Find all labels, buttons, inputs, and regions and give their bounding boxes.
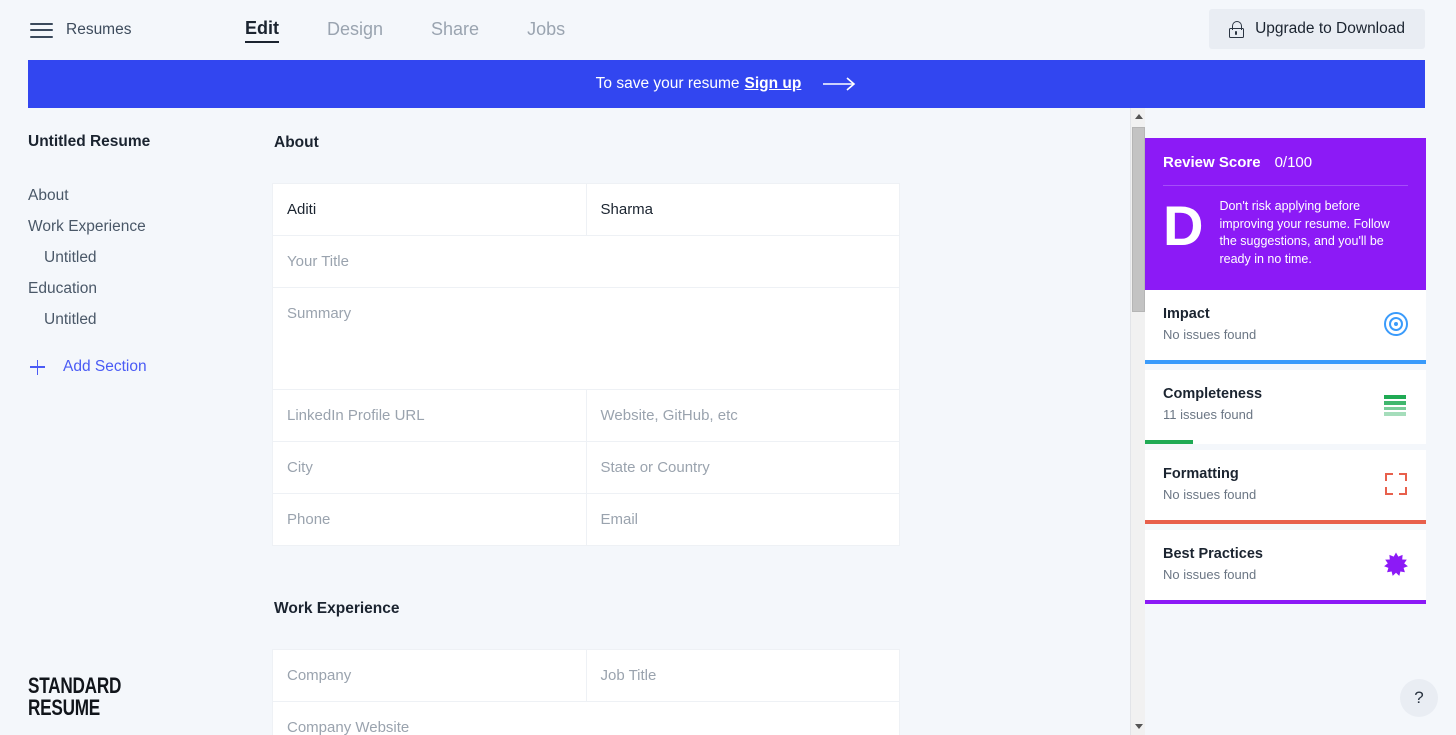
- plus-icon: [30, 359, 45, 375]
- website-field[interactable]: Website, GitHub, etc: [587, 390, 900, 441]
- main-scrollbar[interactable]: [1130, 108, 1145, 735]
- company-website-field[interactable]: Company Website: [273, 702, 899, 735]
- tab-design[interactable]: Design: [327, 19, 383, 42]
- top-navigation-bar: Resumes Edit Design Share Jobs Upgrade t…: [0, 0, 1456, 60]
- sidebar-item-about[interactable]: About: [28, 180, 238, 211]
- phone-field[interactable]: Phone: [273, 494, 587, 545]
- sidebar-item-education[interactable]: Education: [28, 273, 238, 304]
- company-field[interactable]: Company: [273, 650, 587, 701]
- category-status: 11 issues found: [1163, 407, 1254, 422]
- hamburger-menu-icon[interactable]: [30, 22, 53, 38]
- sidebar: Untitled Resume About Work Experience Un…: [0, 108, 272, 735]
- email-field[interactable]: Email: [587, 494, 900, 545]
- category-status: No issues found: [1163, 487, 1257, 502]
- add-section-label: Add Section: [63, 358, 147, 375]
- logo-line-1: STANDARD: [28, 673, 122, 698]
- review-category-best-practices[interactable]: Best Practices No issues found: [1145, 530, 1426, 604]
- about-form-card: Aditi Sharma Your Title Summary LinkedIn…: [272, 183, 900, 546]
- category-progress-bar: [1145, 440, 1193, 444]
- nav-right-group: Upgrade to Download: [1209, 9, 1425, 49]
- crop-corners-icon: [1384, 472, 1408, 496]
- category-status: No issues found: [1163, 567, 1257, 582]
- help-button[interactable]: ?: [1400, 679, 1438, 717]
- form-row: LinkedIn Profile URL Website, GitHub, et…: [273, 390, 899, 442]
- form-row: Phone Email: [273, 494, 899, 545]
- category-progress-bar: [1145, 520, 1426, 524]
- state-country-field[interactable]: State or Country: [587, 442, 900, 493]
- category-name: Completeness: [1163, 386, 1263, 402]
- resume-form-area: About Aditi Sharma Your Title Summary Li…: [272, 108, 1132, 735]
- form-row: City State or Country: [273, 442, 899, 494]
- sidebar-item-education-untitled[interactable]: Untitled: [28, 304, 238, 335]
- form-row: Aditi Sharma: [273, 184, 899, 236]
- starburst-icon: [1384, 552, 1408, 576]
- city-field[interactable]: City: [273, 442, 587, 493]
- first-name-field[interactable]: Aditi: [273, 184, 587, 235]
- nav-tabs: Edit Design Share Jobs: [245, 18, 565, 43]
- sidebar-section-list: About Work Experience Untitled Education…: [28, 180, 238, 335]
- scroll-up-arrow-icon[interactable]: [1131, 108, 1146, 125]
- category-progress-bar: [1145, 600, 1426, 604]
- review-description: Don't risk applying before improving you…: [1219, 199, 1390, 266]
- category-name: Impact: [1163, 306, 1210, 322]
- add-section-button[interactable]: Add Section: [30, 358, 147, 376]
- linkedin-field[interactable]: LinkedIn Profile URL: [273, 390, 587, 441]
- form-row: Company Job Title: [273, 650, 899, 702]
- arrow-right-icon[interactable]: [823, 77, 857, 91]
- review-grade-letter: D: [1163, 194, 1204, 257]
- banner-text: To save your resume: [595, 75, 740, 92]
- upgrade-button-label: Upgrade to Download: [1255, 20, 1405, 37]
- review-score-title: Review Score: [1163, 154, 1261, 171]
- review-panel: Review Score 0/100 D Don't risk applying…: [1145, 138, 1426, 604]
- review-category-impact[interactable]: Impact No issues found: [1145, 290, 1426, 364]
- about-section-heading: About: [274, 134, 319, 151]
- resume-title: Untitled Resume: [28, 133, 151, 150]
- target-icon: [1384, 312, 1408, 336]
- work-experience-section-heading: Work Experience: [274, 600, 400, 617]
- question-mark-icon: ?: [1414, 688, 1424, 707]
- about-section: About Aditi Sharma Your Title Summary Li…: [272, 134, 1132, 546]
- logo-line-2: RESUME: [28, 695, 101, 720]
- summary-field[interactable]: Summary: [273, 288, 899, 389]
- category-name: Formatting: [1163, 466, 1239, 482]
- review-score-header: Review Score 0/100 D Don't risk applying…: [1145, 138, 1426, 290]
- last-name-field[interactable]: Sharma: [587, 184, 900, 235]
- category-progress-bar: [1145, 360, 1426, 364]
- review-category-completeness[interactable]: Completeness 11 issues found: [1145, 370, 1426, 444]
- standard-resume-logo: STANDARD RESUME: [28, 675, 121, 719]
- tab-jobs[interactable]: Jobs: [527, 19, 565, 42]
- signup-link[interactable]: Sign up: [745, 75, 802, 93]
- sidebar-item-work-experience[interactable]: Work Experience: [28, 211, 238, 242]
- sidebar-item-work-untitled[interactable]: Untitled: [28, 242, 238, 273]
- category-name: Best Practices: [1163, 546, 1263, 562]
- resume-editor-app: Resumes Edit Design Share Jobs Upgrade t…: [0, 0, 1456, 735]
- tab-edit[interactable]: Edit: [245, 18, 279, 43]
- scroll-down-arrow-icon[interactable]: [1131, 718, 1146, 735]
- lines-icon: [1384, 392, 1408, 416]
- signup-banner: To save your resume Sign up: [28, 60, 1425, 108]
- work-experience-form-card: Company Job Title Company Website: [272, 649, 900, 735]
- lock-icon: [1229, 20, 1245, 38]
- title-field[interactable]: Your Title: [273, 236, 899, 287]
- form-row: Your Title: [273, 236, 899, 288]
- form-row: Summary: [273, 288, 899, 390]
- scrollbar-thumb[interactable]: [1132, 127, 1145, 312]
- work-experience-section: Work Experience Company Job Title Compan…: [272, 600, 1132, 735]
- review-category-formatting[interactable]: Formatting No issues found: [1145, 450, 1426, 524]
- review-score-row: Review Score 0/100: [1163, 154, 1408, 186]
- category-status: No issues found: [1163, 327, 1257, 342]
- tab-share[interactable]: Share: [431, 19, 479, 42]
- job-title-field[interactable]: Job Title: [587, 650, 900, 701]
- resumes-menu-label[interactable]: Resumes: [66, 21, 131, 39]
- review-grade-row: D Don't risk applying before improving y…: [1163, 186, 1408, 268]
- upgrade-to-download-button[interactable]: Upgrade to Download: [1209, 9, 1425, 49]
- review-score-value: 0/100: [1274, 154, 1313, 171]
- nav-menu-group[interactable]: Resumes: [30, 21, 245, 39]
- form-row: Company Website: [273, 702, 899, 735]
